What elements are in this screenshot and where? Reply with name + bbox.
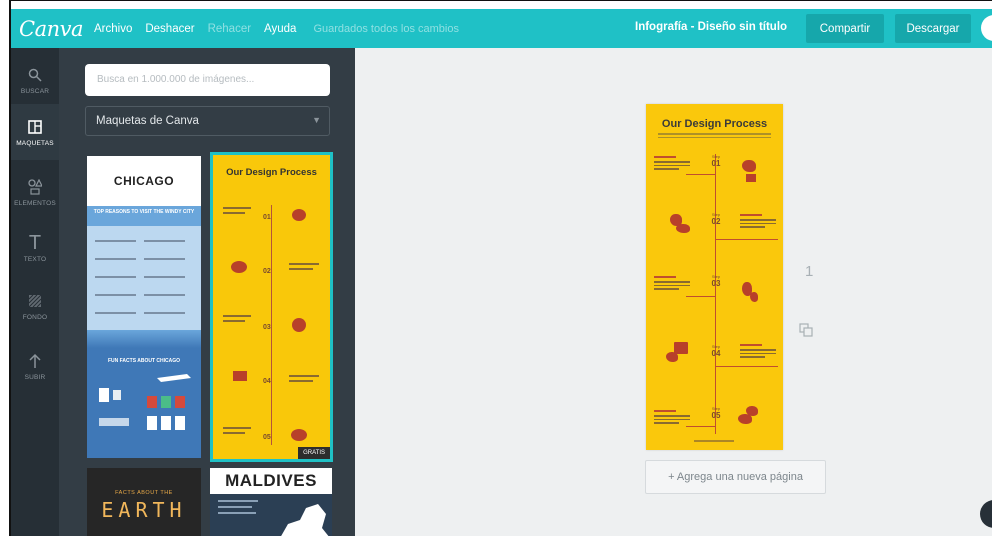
rail-item-layouts[interactable]: MAQUETAS [11, 104, 59, 160]
template-design-process[interactable]: Our Design Process 01 02 03 04 05 GRATIS [210, 152, 333, 462]
design-canvas-area: Our Design Process Step 01 Step 02 Step 03 … [355, 48, 992, 536]
text-icon: T [28, 232, 42, 254]
template-chicago-skyline: FUN FACTS ABOUT CHICAGO [87, 348, 201, 458]
free-badge: GRATIS [298, 447, 330, 459]
template-maldives-title: MALDIVES [210, 468, 332, 494]
step-3-number: Step 03 [711, 274, 721, 288]
rail-item-text[interactable]: T TEXTO [11, 220, 59, 276]
screen-frame-left [0, 0, 11, 536]
menu-redo[interactable]: Rehacer [208, 23, 251, 35]
connector-line [686, 426, 716, 427]
template-earth-title: EARTH [101, 498, 187, 522]
step-4-text[interactable] [740, 344, 776, 360]
step-1-illustration[interactable] [742, 160, 756, 172]
menu-help[interactable]: Ayuda [264, 23, 296, 35]
step-4-illustration-part [666, 352, 678, 362]
step-1-number: Step 01 [711, 154, 721, 168]
subtitle-line [658, 136, 771, 138]
canva-logo[interactable]: Canva [19, 17, 89, 41]
background-icon [28, 291, 42, 311]
share-button[interactable]: Compartir [806, 14, 884, 43]
step-2-number: Step 02 [711, 212, 721, 226]
page-tools: 1 [799, 263, 814, 337]
menu-undo[interactable]: Deshacer [145, 23, 194, 35]
template-earth-subtitle: FACTS ABOUT THE [115, 490, 173, 496]
document-title[interactable]: Infografía - Diseño sin título [635, 21, 787, 33]
rail-label: BUSCAR [20, 88, 50, 95]
template-earth[interactable]: FACTS ABOUT THE EARTH [87, 468, 201, 536]
subtitle-line [658, 133, 771, 135]
search-icon [28, 65, 42, 85]
top-bar: Canva Archivo Deshacer Rehacer Ayuda Gua… [11, 9, 992, 48]
step-1-illustration-part [746, 174, 756, 182]
add-page-button[interactable]: + Agrega una nueva página [645, 460, 826, 494]
avatar[interactable] [981, 15, 992, 41]
template-chicago-facts: FUN FACTS ABOUT CHICAGO [107, 358, 181, 364]
template-chicago-title: CHICAGO [87, 156, 201, 206]
svg-text:05: 05 [263, 434, 271, 441]
design-page[interactable]: Our Design Process Step 01 Step 02 Step 03 … [646, 104, 783, 450]
footer-text [694, 440, 734, 442]
step-5-number: Step 05 [711, 406, 721, 420]
step-2-illustration-part [676, 224, 690, 233]
rail-item-search[interactable]: BUSCAR [11, 52, 59, 108]
select-value: Maquetas de Canva [96, 115, 199, 127]
template-design-illustrations: 01 02 03 04 05 [223, 207, 319, 441]
svg-text:02: 02 [263, 268, 271, 275]
connector-line [716, 239, 778, 240]
rail-label: FONDO [22, 314, 48, 321]
rail-item-elements[interactable]: ELEMENTOS [11, 164, 59, 220]
rail-item-upload[interactable]: SUBIR [11, 338, 59, 394]
step-5-illustration-part [746, 406, 758, 416]
page-number: 1 [805, 263, 814, 280]
svg-text:03: 03 [263, 324, 271, 331]
template-maldives[interactable]: MALDIVES [210, 468, 332, 536]
connector-line [716, 366, 778, 367]
elements-icon [28, 177, 42, 197]
side-rail: BUSCAR MAQUETAS ELEMENTOS T TEXTO FONDO … [11, 48, 59, 536]
page-title[interactable]: Our Design Process [646, 118, 783, 130]
connector-line [686, 174, 716, 175]
connector-line [686, 296, 716, 297]
step-5-text[interactable] [654, 410, 690, 426]
rail-label: MAQUETAS [16, 140, 54, 147]
rail-label: SUBIR [24, 374, 46, 381]
chevron-down-icon: ▼ [312, 115, 321, 125]
templates-panel: Busca en 1.000.000 de imágenes... Maquet… [59, 48, 355, 536]
step-3-text[interactable] [654, 276, 690, 292]
template-category-select[interactable]: Maquetas de Canva ▼ [85, 106, 330, 136]
template-chicago[interactable]: CHICAGO TOP REASONS TO VISIT THE WINDY C… [87, 156, 201, 458]
template-maldives-map [218, 500, 329, 536]
template-chicago-band: TOP REASONS TO VISIT THE WINDY CITY [87, 206, 201, 226]
upload-icon [28, 351, 42, 371]
menu-file[interactable]: Archivo [94, 23, 132, 35]
template-design-title: Our Design Process [226, 167, 317, 178]
top-menu: Archivo Deshacer Rehacer Ayuda Guardados… [94, 23, 459, 35]
timeline-line [715, 154, 716, 434]
rail-item-background[interactable]: FONDO [11, 278, 59, 334]
rail-label: TEXTO [23, 256, 47, 263]
rail-label: ELEMENTOS [14, 200, 56, 207]
layouts-icon [28, 117, 42, 137]
step-3-illustration-part [750, 292, 758, 302]
duplicate-page-icon[interactable] [799, 323, 813, 340]
save-status: Guardados todos los cambios [313, 22, 459, 35]
step-4-number: Step 04 [711, 344, 721, 358]
image-search-input[interactable]: Busca en 1.000.000 de imágenes... [85, 64, 330, 96]
download-button[interactable]: Descargar [895, 14, 971, 43]
step-2-text[interactable] [740, 214, 776, 230]
step-1-text[interactable] [654, 156, 690, 172]
svg-text:04: 04 [263, 378, 271, 385]
svg-text:01: 01 [263, 214, 271, 221]
